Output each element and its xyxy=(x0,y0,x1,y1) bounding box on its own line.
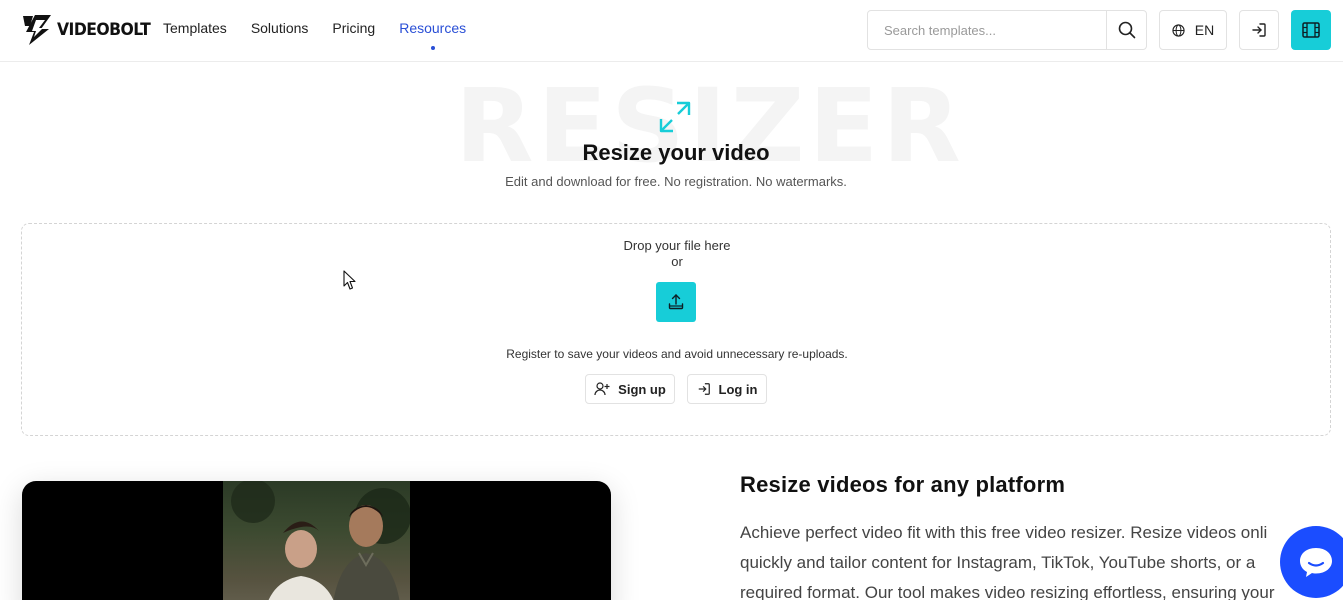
sign-in-icon xyxy=(1252,23,1266,37)
upload-button[interactable] xyxy=(656,282,696,322)
language-button[interactable]: EN xyxy=(1159,10,1227,50)
chat-icon xyxy=(1300,548,1332,577)
site-header: VIDEOBOLT Templates Solutions Pricing Re… xyxy=(0,0,1343,62)
upload-icon xyxy=(668,294,684,310)
couple-photo-image xyxy=(231,481,411,600)
search-icon xyxy=(1118,21,1135,39)
log-in-button[interactable]: Log in xyxy=(687,374,767,404)
sign-up-label: Sign up xyxy=(618,381,666,397)
chat-widget-button[interactable] xyxy=(1280,526,1343,598)
mouse-cursor-icon xyxy=(343,270,356,290)
video-preview[interactable] xyxy=(22,481,611,600)
section-title: Resize videos for any platform xyxy=(740,472,1066,497)
film-icon xyxy=(1302,22,1320,38)
section-body: Achieve perfect video fit with this free… xyxy=(740,518,1300,600)
main-nav: Templates Solutions Pricing Resources xyxy=(163,20,490,50)
nav-templates[interactable]: Templates xyxy=(163,20,227,36)
nav-solutions[interactable]: Solutions xyxy=(251,20,309,36)
resize-arrows-icon xyxy=(659,101,691,133)
page-subtitle: Edit and download for free. No registrat… xyxy=(505,174,847,189)
studio-button[interactable] xyxy=(1291,10,1331,50)
user-plus-icon xyxy=(594,382,610,396)
preview-photo xyxy=(223,481,411,600)
search-button[interactable] xyxy=(1106,11,1146,49)
drop-file-text: Drop your file here xyxy=(623,238,731,253)
register-hint: Register to save your videos and avoid u… xyxy=(506,347,848,361)
search-box xyxy=(867,10,1147,50)
nav-pricing[interactable]: Pricing xyxy=(332,20,375,36)
section-body-line: quickly and tailor content for Instagram… xyxy=(740,553,1256,572)
logo-text: VIDEOBOLT xyxy=(57,19,151,40)
language-label: EN xyxy=(1194,22,1215,38)
globe-icon xyxy=(1172,23,1185,37)
sign-up-button[interactable]: Sign up xyxy=(585,374,675,404)
section-body-line: required format. Our tool makes video re… xyxy=(740,583,1275,600)
page-title: Resize your video xyxy=(582,140,770,165)
login-icon-button[interactable] xyxy=(1239,10,1279,50)
bolt-logo-icon xyxy=(23,15,51,45)
search-input[interactable] xyxy=(868,11,1106,49)
log-in-label: Log in xyxy=(718,381,758,397)
section-body-line: Achieve perfect video fit with this free… xyxy=(740,523,1268,542)
videobolt-logo[interactable]: VIDEOBOLT xyxy=(21,13,158,46)
sign-in-icon xyxy=(698,383,710,395)
or-text: or xyxy=(671,254,683,269)
file-dropzone[interactable]: Drop your file here or Register to save … xyxy=(21,223,1331,436)
nav-resources[interactable]: Resources xyxy=(399,20,466,50)
